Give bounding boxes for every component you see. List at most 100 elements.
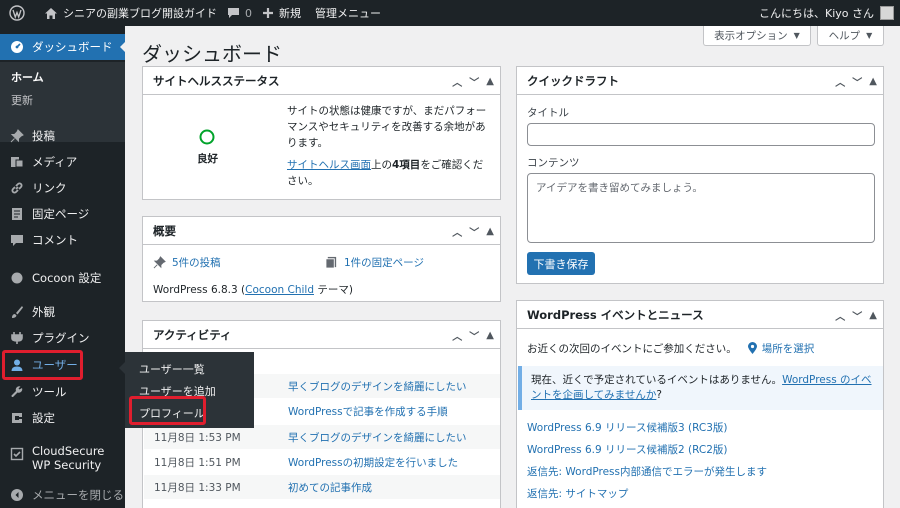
media-icon	[11, 157, 24, 168]
menu-plugins[interactable]: プラグイン	[0, 325, 125, 351]
menu-pages[interactable]: 固定ページ	[0, 201, 125, 227]
activity-link[interactable]: WordPressで記事を作成する手順	[288, 404, 448, 419]
events-notice-text: 現在、近くで予定されているイベントはありません。WordPress のイベントを…	[531, 373, 876, 403]
theme-link[interactable]: Cocoon Child	[245, 284, 314, 296]
collapse-icon	[11, 489, 23, 501]
move-up-icon[interactable]: ︿	[452, 328, 462, 343]
shield-icon	[10, 447, 24, 461]
flyout-all-users[interactable]: ユーザー一覧	[139, 361, 205, 377]
news-link[interactable]: WordPress 6.9 リリース候補版2 (RC2版)	[527, 442, 727, 457]
widget-header: クイックドラフト ︿ ﹀ ▲	[517, 67, 883, 95]
activity-link[interactable]: WordPressの初期設定を行いました	[288, 455, 458, 470]
page-icon	[12, 208, 22, 220]
menu-settings[interactable]: 設定	[0, 405, 125, 431]
site-health-link[interactable]: サイトヘルス画面	[287, 159, 371, 171]
admin-menu-button[interactable]: 管理メニュー	[310, 0, 386, 26]
comment-icon	[228, 8, 239, 18]
menu-links[interactable]: リンク	[0, 175, 125, 201]
at-a-glance-widget: 概要 ︿ ﹀ ▲ 5件の投稿 1件の固定ページ WordPress 6.8.3 (C…	[142, 216, 501, 302]
move-up-icon[interactable]: ︿	[835, 74, 845, 89]
screen-options-label: 表示オプション	[714, 30, 788, 42]
collapse-label: メニューを閉じる	[32, 488, 124, 502]
home-icon	[45, 7, 57, 19]
submenu-updates[interactable]: 更新	[11, 92, 33, 108]
notice-text: 現在、近くで予定されているイベントはありません。	[531, 374, 783, 386]
health-count: 4項目	[392, 159, 421, 171]
menu-links-label: リンク	[32, 181, 67, 195]
toggle-icon[interactable]: ▲	[486, 226, 494, 237]
select-location-link[interactable]: 場所を選択	[762, 341, 815, 356]
link-icon	[11, 182, 23, 194]
menu-cocoon[interactable]: Cocoon 設定	[0, 265, 125, 291]
move-up-icon[interactable]: ︿	[835, 308, 845, 323]
brush-icon	[12, 306, 23, 318]
help-button[interactable]: ヘルプ ▼	[817, 26, 884, 46]
move-down-icon[interactable]: ﹀	[469, 224, 479, 239]
health-description: サイトの状態は健康ですが、まだパフォーマンスやセキュリティを改善する余地がありま…	[287, 103, 493, 189]
wordpress-logo-icon	[9, 5, 25, 21]
menu-dashboard[interactable]: ダッシュボード	[0, 34, 126, 60]
menu-cloudsecure[interactable]: CloudSecure WP Security	[0, 444, 125, 478]
activity-row: 11月8日 1:33 PM 初めての記事作成	[144, 475, 500, 499]
settings-icon	[12, 413, 22, 423]
activity-link[interactable]: 早くブログのデザインを綺麗にしたい	[288, 430, 467, 445]
users-highlight-box	[2, 350, 83, 380]
menu-comments-label: コメント	[32, 233, 78, 247]
health-action: サイトヘルス画面上の4項目をご確認ください。	[287, 157, 493, 189]
page-title: ダッシュボード	[142, 42, 282, 66]
move-down-icon[interactable]: ﹀	[469, 328, 479, 343]
draft-content-textarea[interactable]: アイデアを書き留めてみましょう。	[527, 173, 875, 243]
widget-handles: ︿ ﹀ ▲	[835, 67, 877, 95]
events-intro: お近くの次回のイベントにご参加ください。 場所を選択	[527, 341, 814, 356]
menu-posts[interactable]: 投稿	[0, 123, 125, 149]
menu-posts-label: 投稿	[32, 129, 55, 143]
menu-cocoon-label: Cocoon 設定	[32, 271, 102, 285]
move-down-icon[interactable]: ﹀	[852, 74, 862, 89]
admin-bar: シニアの副業ブログ開設ガイド 0 新規 管理メニュー こんにちは、Kiyo さん	[0, 0, 900, 26]
plugin-icon	[11, 332, 23, 344]
draft-content-label: コンテンツ	[527, 157, 580, 169]
posts-count-link[interactable]: 5件の投稿	[153, 255, 221, 270]
widget-title: 概要	[153, 223, 176, 238]
toggle-icon[interactable]: ▲	[869, 76, 877, 87]
comments-button[interactable]: 0	[222, 0, 257, 26]
widget-title: アクティビティ	[153, 327, 232, 342]
activity-link[interactable]: 初めての記事作成	[288, 480, 372, 495]
toggle-icon[interactable]: ▲	[486, 76, 494, 87]
pages-count-link[interactable]: 1件の固定ページ	[325, 255, 424, 270]
my-account[interactable]: こんにちは、Kiyo さん	[759, 0, 900, 26]
move-down-icon[interactable]: ﹀	[852, 308, 862, 323]
caret-down-icon: ▼	[793, 31, 800, 40]
wordpress-logo-button[interactable]	[0, 0, 39, 26]
wp-version-line: WordPress 6.8.3 (Cocoon Child テーマ)	[153, 282, 353, 297]
move-up-icon[interactable]: ︿	[452, 74, 462, 89]
screen-options-button[interactable]: 表示オプション ▼	[703, 26, 811, 46]
draft-title-input[interactable]	[527, 123, 875, 146]
new-content-button[interactable]: 新規	[257, 0, 306, 26]
menu-comments[interactable]: コメント	[0, 227, 125, 253]
widget-header: アクティビティ ︿ ﹀ ▲	[143, 321, 500, 349]
activity-date: 11月8日 1:51 PM	[154, 456, 241, 469]
news-link[interactable]: WordPress 6.9 リリース候補版3 (RC3版)	[527, 420, 727, 435]
news-link[interactable]: 返信先: WordPress内部通信でエラーが発生します	[527, 464, 767, 479]
toggle-icon[interactable]: ▲	[486, 330, 494, 341]
submenu-home[interactable]: ホーム	[11, 69, 44, 85]
menu-cloudsecure-label: CloudSecure WP Security	[32, 444, 105, 472]
menu-appearance[interactable]: 外観	[0, 299, 125, 325]
activity-link[interactable]: 早くブログのデザインを綺麗にしたい	[288, 379, 467, 394]
site-name-button[interactable]: シニアの副業ブログ開設ガイド	[39, 0, 222, 26]
site-health-widget: サイトヘルスステータス ︿ ﹀ ▲ 良好 サイトの状態は健康ですが、まだパフォーマン…	[142, 66, 501, 200]
move-up-icon[interactable]: ︿	[452, 224, 462, 239]
page-icon	[325, 256, 337, 269]
move-down-icon[interactable]: ﹀	[469, 74, 479, 89]
news-link[interactable]: 返信先: サイトマップ	[527, 486, 628, 501]
menu-media[interactable]: メディア	[0, 149, 125, 175]
profile-highlight-box	[129, 396, 206, 425]
collapse-menu-button[interactable]: メニューを閉じる	[0, 482, 125, 508]
save-draft-button[interactable]: 下書き保存	[527, 252, 595, 275]
quick-draft-widget: クイックドラフト ︿ ﹀ ▲ タイトル コンテンツ アイデアを書き留めてみましょう。…	[516, 66, 884, 284]
menu-tools[interactable]: ツール	[0, 379, 125, 405]
toggle-icon[interactable]: ▲	[869, 310, 877, 321]
health-status-label: 良好	[197, 153, 218, 165]
version-suffix: テーマ)	[313, 284, 353, 296]
